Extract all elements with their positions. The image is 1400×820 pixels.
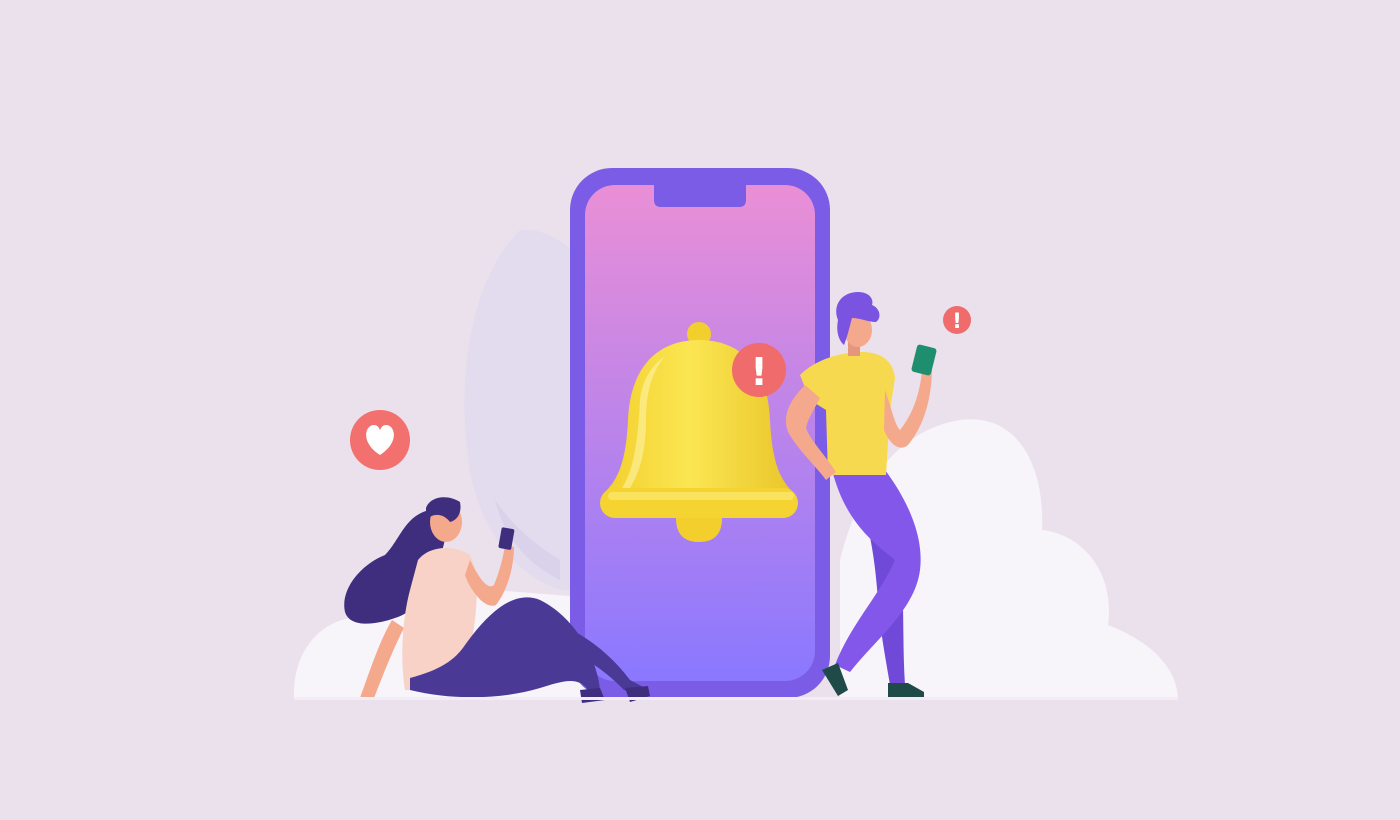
bell-alert-badge: !: [732, 343, 786, 397]
floating-alert-mark: !: [952, 309, 962, 333]
illustration-svg: ! !: [0, 0, 1400, 820]
exclamation-icon: !: [943, 306, 971, 334]
ground: [294, 697, 1178, 700]
phone-notch: [654, 185, 746, 207]
illustration-scene: ! !: [0, 0, 1400, 820]
bell-alert-mark: !: [750, 350, 767, 394]
heart-icon: [350, 410, 410, 470]
